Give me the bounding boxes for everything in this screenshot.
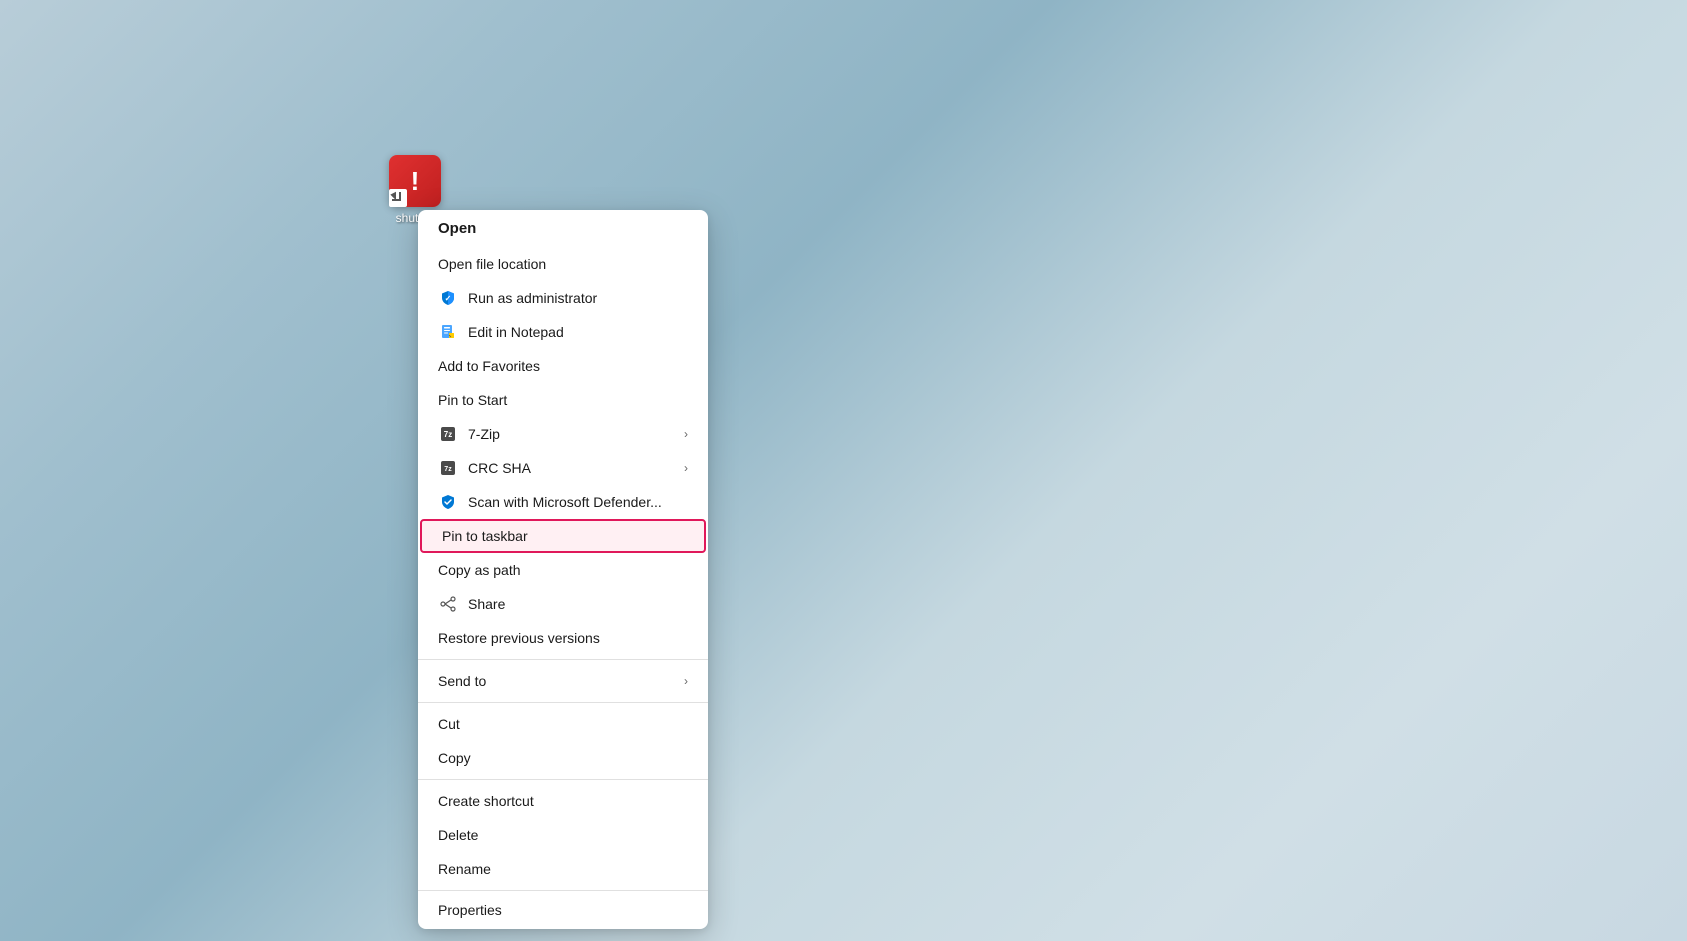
- menu-item-add-favorites-label: Add to Favorites: [438, 358, 540, 374]
- menu-item-copy-path[interactable]: Copy as path: [418, 553, 708, 587]
- menu-item-run-as-admin-label: Run as administrator: [468, 290, 597, 306]
- context-menu: Open Open file location ✓ Run as adminis…: [418, 210, 708, 929]
- shield-icon: ✓: [438, 288, 458, 308]
- svg-text:✓: ✓: [445, 294, 452, 303]
- 7zip-submenu-chevron: ›: [684, 427, 688, 441]
- menu-item-pin-taskbar-label: Pin to taskbar: [442, 528, 528, 544]
- share-icon: [438, 594, 458, 614]
- menu-item-add-favorites[interactable]: Add to Favorites: [418, 349, 708, 383]
- menu-item-send-to[interactable]: Send to ›: [418, 664, 708, 698]
- menu-item-share-label: Share: [468, 596, 505, 612]
- menu-separator-3: [418, 779, 708, 780]
- notepad-icon: [438, 322, 458, 342]
- menu-item-share[interactable]: Share: [418, 587, 708, 621]
- menu-item-rename[interactable]: Rename: [418, 852, 708, 886]
- menu-separator-4: [418, 890, 708, 891]
- menu-item-copy-label: Copy: [438, 750, 471, 766]
- menu-item-cut-label: Cut: [438, 716, 460, 732]
- menu-item-pin-start[interactable]: Pin to Start: [418, 383, 708, 417]
- menu-item-properties[interactable]: Properties: [418, 895, 708, 929]
- menu-item-pin-taskbar[interactable]: Pin to taskbar: [420, 519, 706, 553]
- menu-item-copy-path-label: Copy as path: [438, 562, 521, 578]
- menu-item-crc-sha[interactable]: 7z CRC SHA ›: [418, 451, 708, 485]
- desktop-background: [0, 0, 1687, 941]
- menu-item-delete-label: Delete: [438, 827, 478, 843]
- menu-item-cut[interactable]: Cut: [418, 707, 708, 741]
- menu-item-edit-notepad-label: Edit in Notepad: [468, 324, 564, 340]
- menu-item-rename-label: Rename: [438, 861, 491, 877]
- menu-item-restore-versions-label: Restore previous versions: [438, 630, 600, 646]
- crc-sha-icon: 7z: [438, 458, 458, 478]
- menu-item-7zip[interactable]: 7z 7-Zip ›: [418, 417, 708, 451]
- menu-separator-2: [418, 702, 708, 703]
- menu-item-copy[interactable]: Copy: [418, 741, 708, 775]
- menu-item-crc-sha-label: CRC SHA: [468, 460, 531, 476]
- menu-item-edit-notepad[interactable]: Edit in Notepad: [418, 315, 708, 349]
- menu-item-delete[interactable]: Delete: [418, 818, 708, 852]
- menu-item-open-file-location-label: Open file location: [438, 256, 546, 272]
- menu-item-7zip-label: 7-Zip: [468, 426, 500, 442]
- svg-text:7z: 7z: [444, 430, 452, 439]
- 7zip-icon: 7z: [438, 424, 458, 444]
- menu-item-create-shortcut-label: Create shortcut: [438, 793, 534, 809]
- menu-item-scan-defender[interactable]: Scan with Microsoft Defender...: [418, 485, 708, 519]
- menu-item-open[interactable]: Open: [418, 210, 708, 247]
- defender-icon: [438, 492, 458, 512]
- menu-item-pin-start-label: Pin to Start: [438, 392, 507, 408]
- shortcut-icon-image: [389, 155, 441, 207]
- menu-item-open-label: Open: [438, 220, 476, 237]
- menu-separator-1: [418, 659, 708, 660]
- menu-item-run-as-admin[interactable]: ✓ Run as administrator: [418, 281, 708, 315]
- svg-text:7z: 7z: [444, 466, 452, 473]
- menu-item-open-file-location[interactable]: Open file location: [418, 247, 708, 281]
- crc-sha-submenu-chevron: ›: [684, 461, 688, 475]
- menu-item-properties-label: Properties: [438, 902, 502, 918]
- shortcut-arrow-overlay: [389, 189, 407, 207]
- send-to-submenu-chevron: ›: [684, 674, 688, 688]
- menu-item-restore-versions[interactable]: Restore previous versions: [418, 621, 708, 655]
- menu-item-create-shortcut[interactable]: Create shortcut: [418, 784, 708, 818]
- menu-item-send-to-label: Send to: [438, 673, 486, 689]
- menu-item-scan-defender-label: Scan with Microsoft Defender...: [468, 494, 662, 510]
